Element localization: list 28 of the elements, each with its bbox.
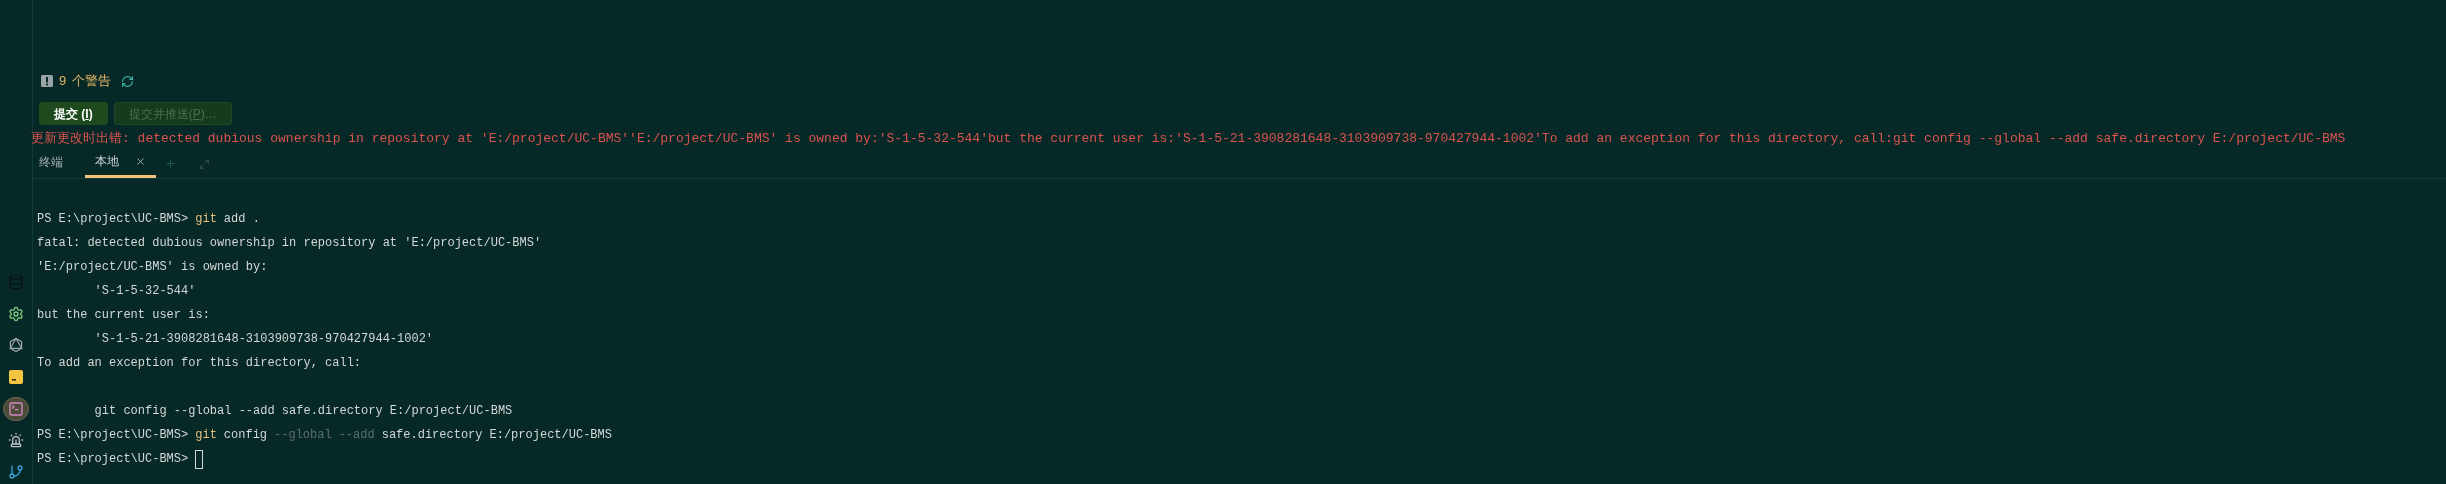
option-text: --add	[338, 427, 375, 444]
output-line: git config --global --add safe.directory E:/project/UC-BMS	[93, 403, 513, 420]
warning-icon	[41, 75, 53, 87]
output-line: 'E:/project/UC-BMS' is owned by:	[37, 259, 268, 276]
output-line: To add an exception for this directory, call:	[37, 355, 362, 372]
warning-count: 9	[59, 72, 67, 91]
command-name: git	[195, 211, 217, 228]
prompt: PS E:\project\UC-BMS>	[37, 451, 189, 468]
output-line: 'S-1-5-21-3908281648-3103909738-970427944-1002'	[93, 331, 434, 348]
terminal-icon[interactable]	[3, 396, 29, 421]
argument-text: add .	[223, 211, 260, 228]
refresh-icon[interactable]	[121, 74, 135, 88]
output-line: fatal: detected dubious ownership in repository at 'E:/project/UC-BMS'	[37, 235, 542, 252]
argument-text: safe.directory	[381, 427, 483, 444]
commit-button[interactable]: 提交 (I)	[39, 102, 108, 125]
close-icon[interactable]	[135, 155, 146, 167]
command-name: git	[195, 427, 217, 444]
warning-label: 个警告	[72, 72, 112, 91]
output-line: 'S-1-5-32-544'	[93, 283, 196, 300]
error-message: 更新更改时出错: detected dubious ownership in repository at 'E:/project/UC-BMS''E:/project/UC-BMS' is owned by:'S-1-5-32-544'but the current user is:'S-1-5-21-3908281648-3103909738-970427944-1002'To add an exception for this directory, call:git config --global --add safe.directory E:/project/UC-BMS	[31, 130, 2347, 148]
terminal-tab[interactable]: 本地	[85, 152, 156, 178]
option-text: --global	[274, 427, 332, 444]
prompt: PS E:\project\UC-BMS>	[37, 211, 189, 228]
output-line: but the current user is:	[37, 307, 210, 324]
panel-title: 终端	[39, 154, 63, 171]
argument-text: config	[223, 427, 268, 444]
argument-text: E:/project/UC-BMS	[489, 427, 612, 444]
prompt: PS E:\project\UC-BMS>	[37, 427, 189, 444]
